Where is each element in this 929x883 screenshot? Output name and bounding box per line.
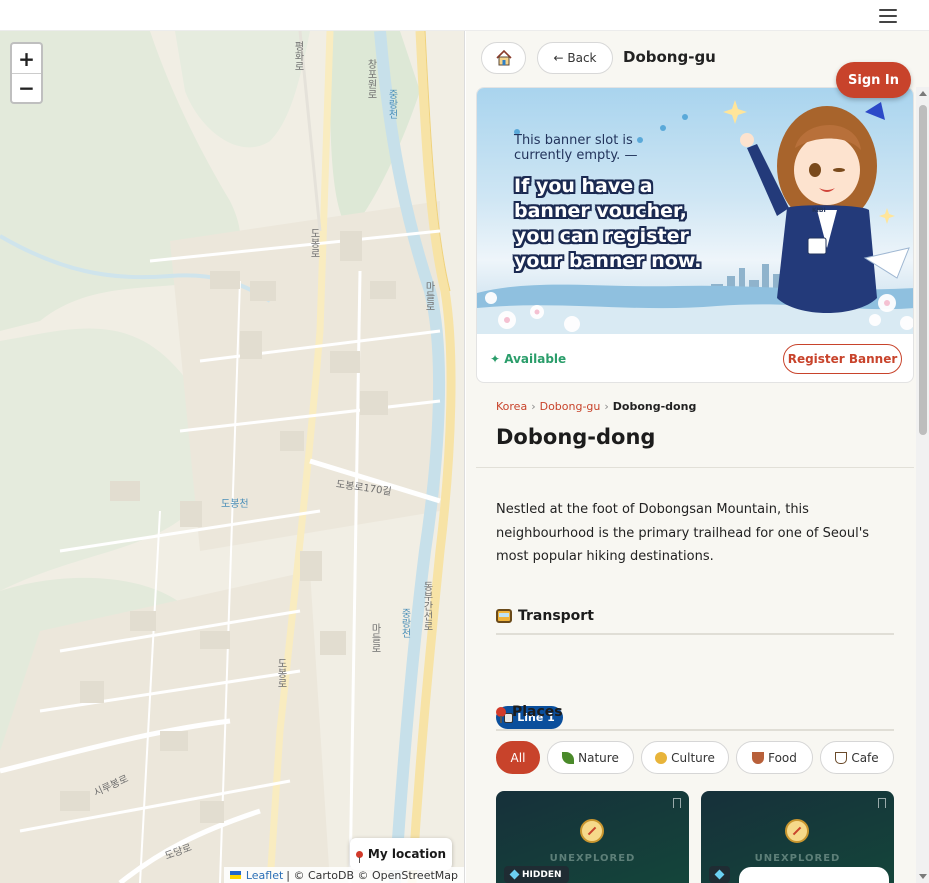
hidden-tag: HIDDEN xyxy=(504,866,569,883)
filter-chip-label: Food xyxy=(768,750,797,765)
zoom-in-button[interactable]: + xyxy=(12,44,41,73)
map-tiles xyxy=(0,31,464,883)
place-filter-chips: All Nature Culture Food Cafe xyxy=(496,741,894,774)
attribution-text: | © CartoDB © OpenStreetMap xyxy=(286,868,458,882)
transport-section-title: Transport xyxy=(496,608,594,624)
register-banner-button[interactable]: Register Banner xyxy=(783,344,902,374)
banner-headline-line: If you have a xyxy=(514,175,653,197)
map-label: 중랑천 xyxy=(386,89,397,119)
banner-status: ✦ Available xyxy=(490,352,567,366)
map-label: 도봉로 xyxy=(275,658,286,688)
zoom-out-button[interactable]: − xyxy=(12,73,41,102)
places-title-text: Places xyxy=(512,704,563,720)
banner-image[interactable]: This banner slot is currently empty. — I… xyxy=(477,88,913,334)
ukraine-flag-icon xyxy=(229,871,241,879)
filter-chip-all[interactable]: All xyxy=(496,741,540,774)
my-location-label: My location xyxy=(367,847,447,861)
banner-small-line: This banner slot is xyxy=(514,133,633,148)
transport-title-text: Transport xyxy=(518,608,594,624)
top-bar xyxy=(0,0,929,31)
area-description: Nestled at the foot of Dobongsan Mountai… xyxy=(496,502,870,564)
pin-icon xyxy=(355,850,363,863)
map-label: 도봉천 xyxy=(221,499,249,510)
my-location-button[interactable]: My location xyxy=(350,838,452,870)
breadcrumb-separator: › xyxy=(531,400,536,413)
map-label: 중랑천 xyxy=(399,608,410,638)
scroll-up-arrow-icon[interactable] xyxy=(919,91,927,96)
hamburger-menu-icon[interactable] xyxy=(879,9,897,23)
banner-headline-line: banner voucher, xyxy=(514,200,687,222)
place-status: UNEXPLORED xyxy=(754,853,841,864)
banner-headline-line: your banner now. xyxy=(514,250,702,272)
banner-small-text: This banner slot is currently empty. — xyxy=(514,133,637,163)
map-label: 동부간선로 xyxy=(421,581,432,631)
gem-icon xyxy=(714,869,725,880)
divider xyxy=(476,467,914,468)
home-button[interactable] xyxy=(481,42,526,74)
breadcrumb-dobong-gu[interactable]: Dobong-gu xyxy=(540,400,601,413)
filter-chip-culture[interactable]: Culture xyxy=(641,741,729,774)
masks-icon xyxy=(655,751,668,764)
section-rule xyxy=(496,633,894,635)
leaflet-link[interactable]: Leaflet xyxy=(246,869,283,882)
place-card[interactable]: UNEXPLORED HIDDEN xyxy=(496,791,689,883)
hidden-tag-label: HIDDEN xyxy=(522,869,562,880)
filter-chip-food[interactable]: Food xyxy=(736,741,813,774)
gem-icon xyxy=(509,869,520,880)
map-label: 도봉로 xyxy=(308,228,319,258)
scroll-down-arrow-icon[interactable] xyxy=(919,874,927,879)
filter-chip-label: Cafe xyxy=(851,750,879,765)
breadcrumb-separator: › xyxy=(604,400,609,413)
map-label: 마들로 xyxy=(423,281,434,311)
hidden-tag xyxy=(709,866,730,883)
side-panel: ← Back Dobong-gu Sign In This banner slo… xyxy=(466,31,929,883)
place-card[interactable]: UNEXPLORED xyxy=(701,791,894,883)
compass-icon xyxy=(580,819,604,843)
bus-icon xyxy=(496,609,512,623)
area-title: Dobong-dong xyxy=(496,425,656,449)
map-attribution: Leaflet | © CartoDB © OpenStreetMap xyxy=(223,867,464,883)
bookmark-icon[interactable] xyxy=(878,798,886,808)
toast-popup xyxy=(739,867,889,883)
leaf-icon xyxy=(562,751,575,764)
banner-card: This banner slot is currently empty. — I… xyxy=(476,87,914,383)
filter-chip-label: Culture xyxy=(671,750,715,765)
place-status: UNEXPLORED xyxy=(549,853,636,864)
filter-chip-nature[interactable]: Nature xyxy=(547,741,634,774)
breadcrumb-korea[interactable]: Korea xyxy=(496,400,527,413)
map-view[interactable]: 도봉로170길 도봉천 도봉로 도봉로 마들로 마들로 중랑천 중랑천 창포원로… xyxy=(0,31,465,883)
panel-scroll-area[interactable]: This banner slot is currently empty. — I… xyxy=(466,87,914,883)
map-label: 창포원로 xyxy=(365,59,376,99)
coffee-cup-icon xyxy=(835,751,848,764)
sign-in-button[interactable]: Sign In xyxy=(836,62,911,98)
home-icon xyxy=(495,49,512,66)
noodle-bowl-icon xyxy=(752,751,765,764)
banner-small-line: currently empty. — xyxy=(514,148,638,163)
panel-header-title: Dobong-gu xyxy=(623,48,716,66)
zoom-control: + − xyxy=(10,42,43,104)
scrollbar-thumb[interactable] xyxy=(919,105,927,435)
bookmark-icon[interactable] xyxy=(673,798,681,808)
map-label: 마들로 xyxy=(369,623,380,653)
filter-chip-label: Nature xyxy=(578,750,619,765)
filter-chip-cafe[interactable]: Cafe xyxy=(820,741,894,774)
breadcrumb: Korea › Dobong-gu › Dobong-dong xyxy=(496,400,696,413)
back-button[interactable]: ← Back xyxy=(537,42,613,74)
compass-icon xyxy=(785,819,809,843)
name-badge: KIBI xyxy=(812,207,826,214)
banner-headline: If you have a banner voucher, you can re… xyxy=(514,174,701,274)
panel-scrollbar[interactable] xyxy=(916,87,929,883)
breadcrumb-current: Dobong-dong xyxy=(612,400,697,413)
banner-headline-line: you can register xyxy=(514,225,689,247)
section-rule xyxy=(496,729,894,731)
map-label: 평화로 xyxy=(292,41,303,71)
banner-footer: ✦ Available Register Banner xyxy=(477,334,913,382)
places-section-title: Places xyxy=(496,704,563,723)
pin-icon xyxy=(496,707,506,723)
filter-chip-label: All xyxy=(510,750,526,765)
